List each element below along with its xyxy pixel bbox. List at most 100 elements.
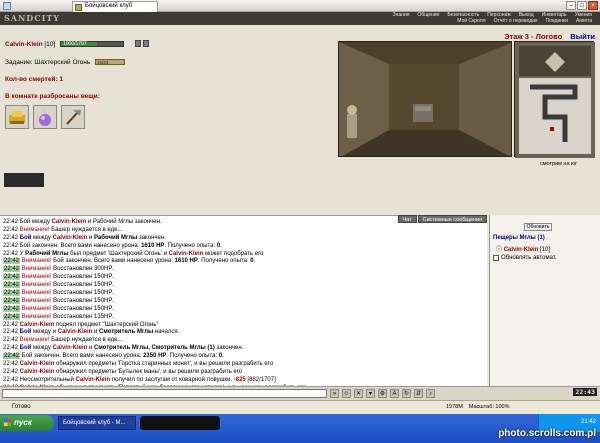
chat-time[interactable]: 22:42 — [3, 274, 21, 281]
chat-time[interactable]: 22:42 — [3, 345, 18, 351]
chat-time[interactable]: 22:42 — [3, 369, 18, 375]
watermark: photo.scrolls.com.pl — [498, 428, 596, 439]
nav-link[interactable]: Поединки — [542, 18, 573, 24]
chat-text[interactable]: Calvin-Klein — [52, 219, 87, 225]
auto-refresh[interactable]: Обновлять автомат. — [493, 255, 557, 261]
chat-text[interactable]: Calvin-Klein — [76, 377, 111, 383]
close-icon[interactable]: × — [588, 1, 598, 10]
chat-text: между — [31, 234, 53, 241]
nav-link[interactable]: Мой Скролл — [453, 18, 489, 24]
chat-time[interactable]: 22:42 — [3, 305, 21, 312]
settings-icon[interactable]: ⚙ — [378, 389, 387, 398]
minimize-icon[interactable]: – — [566, 1, 576, 10]
chat-line: 22:42 Бой закончен. Всего вами нанесено … — [0, 243, 487, 251]
chat-text[interactable]: Calvin-Klein — [169, 251, 204, 257]
refresh-button[interactable]: Обновить — [524, 223, 552, 231]
translit-icon[interactable]: A — [390, 389, 399, 398]
zoom-level[interactable]: Масштаб: 100% — [469, 404, 510, 410]
chat-line: 22:42 Внимание! Восстановлен 300HP. — [0, 266, 487, 274]
chat-line: 22:42 Бой между Calvin-Klein и Рабочий М… — [0, 235, 487, 243]
chat-time[interactable]: 22:42 — [3, 219, 18, 225]
task-progress: 15/33 — [95, 59, 125, 65]
clear-icon[interactable]: ✕ — [354, 389, 363, 398]
monster-icon — [347, 105, 357, 138]
send-icon[interactable]: » — [330, 389, 339, 398]
chat-input[interactable] — [2, 389, 327, 398]
chat-text: Рабочий Мглы — [25, 250, 69, 257]
chat-time[interactable]: 22:42 — [3, 337, 18, 343]
chat-text: Внимание! — [20, 274, 52, 281]
chat-time[interactable]: 22:42 — [3, 282, 21, 289]
chat-text: Внимание! — [20, 313, 52, 320]
chat-text: Восстановлен 150HP. — [51, 305, 114, 312]
chat-log[interactable]: 22:42 Бой между Calvin-Klein и Рабочий М… — [0, 215, 487, 386]
chat-text[interactable]: Calvin-Klein — [53, 345, 88, 351]
tray-clock[interactable]: 21:42 — [581, 419, 596, 425]
chat-text: 1610 HP — [141, 242, 165, 249]
chat-time[interactable]: 22:42 — [3, 266, 21, 273]
chat-time[interactable]: 22:42 — [3, 361, 18, 367]
look-direction: смотрим на юг — [540, 161, 578, 167]
window-controls: – □ × — [566, 1, 598, 10]
chat-time[interactable]: 22:42 — [3, 297, 21, 304]
chat-time[interactable]: 22:42 — [3, 251, 18, 257]
chat-text: Смотритель Мглы, Смотритель Мглы (1) — [93, 345, 215, 352]
room-item[interactable] — [61, 105, 85, 129]
chat-text: Башер нуждается в еде... — [49, 337, 123, 344]
nav-link[interactable]: Отчёт о переводах — [490, 18, 542, 24]
chat-time[interactable]: 22:42 — [3, 243, 18, 249]
filter-icon[interactable]: ▾ — [366, 389, 375, 398]
nav-link[interactable]: Анкета — [572, 18, 596, 24]
sound-icon[interactable]: ♪ — [426, 389, 435, 398]
chat-text[interactable]: Calvin-Klein — [53, 235, 88, 241]
exit-link[interactable]: Выйти — [570, 32, 595, 41]
refresh-icon[interactable]: ↻ — [402, 389, 411, 398]
chat-text: Бой — [18, 329, 32, 336]
chat-text: Смотритель Мглы — [99, 329, 154, 336]
chat-tab[interactable]: Системные сообщения — [417, 215, 487, 223]
taskbar-window[interactable]: Бойцовский клуб - М... — [58, 416, 136, 430]
chat-text[interactable]: Calvin-Klein — [18, 322, 55, 328]
chat-time[interactable]: 22:42 — [3, 313, 21, 320]
room-item[interactable] — [33, 105, 57, 129]
player-name[interactable]: Calvin-Klein — [5, 41, 43, 48]
chat-tab[interactable]: Чат — [397, 215, 417, 223]
nav-link[interactable]: Общение — [413, 12, 443, 18]
chat-text: . — [220, 242, 222, 249]
floor-label: Этаж 3 - Логово — [504, 32, 563, 41]
taskbar-window-redacted[interactable] — [140, 416, 220, 430]
chat-time[interactable]: 22:42 — [3, 377, 18, 383]
chat-line: 22:42 Внимание! Восстановлен 135HP. — [0, 313, 487, 322]
dungeon-minimap[interactable] — [514, 41, 595, 158]
scroll-icon[interactable]: ⇵ — [414, 389, 423, 398]
chat-text[interactable]: Calvin-Klein — [18, 361, 55, 367]
chat-text: Башер нуждается в еде... — [49, 226, 123, 233]
chat-text[interactable]: Calvin-Klein — [18, 369, 55, 375]
chat-time[interactable]: 22:42 — [3, 329, 18, 335]
chat-time[interactable]: 22:42 — [3, 258, 21, 265]
chat-text: и — [87, 345, 94, 352]
location-title: Пещеры Мглы (1) — [493, 235, 545, 241]
chat-time[interactable]: 22:42 — [3, 235, 18, 241]
chat-text: между и — [31, 329, 58, 336]
memory-usage: 1978M — [446, 404, 463, 410]
chat-time[interactable]: 22:42 — [3, 227, 18, 233]
chat-time[interactable]: 22:42 — [3, 353, 21, 360]
chat-time[interactable]: 22:42 — [3, 322, 18, 328]
room-item[interactable] — [5, 105, 29, 129]
browser-tab[interactable]: Бойцовский клуб — [72, 1, 158, 12]
online-user-name[interactable]: Calvin-Klein — [504, 247, 539, 253]
nav-link[interactable]: Знания — [389, 12, 414, 18]
maximize-icon[interactable]: □ — [577, 1, 587, 10]
auto-refresh-checkbox[interactable] — [493, 255, 499, 261]
chat-text: . Получено опыта: — [197, 258, 251, 265]
chat-text[interactable]: Calvin-Klein — [58, 329, 93, 335]
chat-text: закончен. — [214, 345, 244, 352]
dungeon-view[interactable] — [338, 41, 512, 157]
counter-widget — [4, 173, 44, 187]
smile-icon[interactable]: ☺ — [342, 389, 351, 398]
start-button[interactable]: пуск — [0, 415, 54, 431]
chat-time[interactable]: 22:42 — [3, 290, 21, 297]
online-user[interactable]: ⓘ Calvin-Klein [10] — [496, 244, 550, 253]
online-sidebar: Обновить Пещеры Мглы (1) ⓘ Calvin-Klein … — [489, 215, 600, 386]
